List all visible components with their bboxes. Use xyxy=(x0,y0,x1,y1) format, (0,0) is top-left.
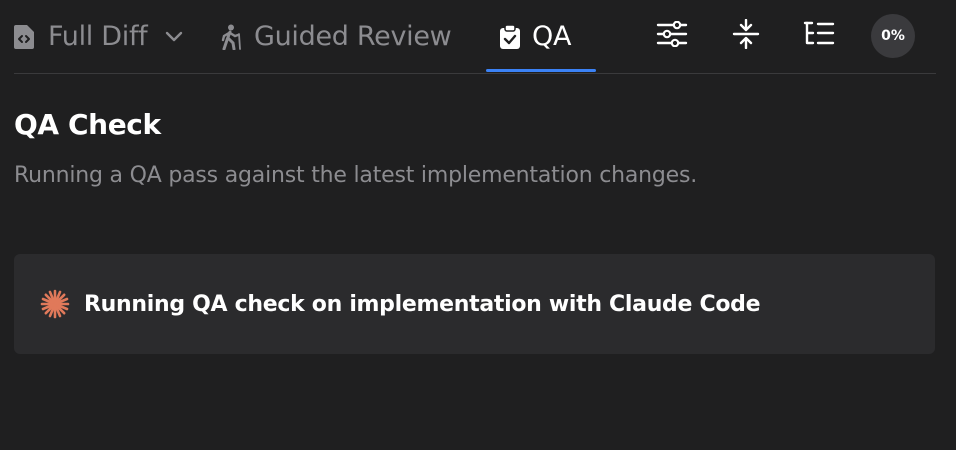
tab-qa-label: QA xyxy=(532,21,572,52)
tab-full-diff-label: Full Diff xyxy=(48,21,148,52)
file-tree-button[interactable] xyxy=(801,18,837,54)
page-title: QA Check xyxy=(14,108,161,141)
clipboard-check-icon xyxy=(500,24,520,49)
tab-qa[interactable]: QA xyxy=(486,0,596,73)
tab-guided-review-label: Guided Review xyxy=(254,21,452,52)
tab-full-diff[interactable]: Full Diff xyxy=(14,0,183,73)
sliders-icon xyxy=(656,20,688,51)
hiking-icon xyxy=(220,24,242,50)
status-text: Running QA check on implementation with … xyxy=(84,291,761,317)
page-subtitle: Running a QA pass against the latest imp… xyxy=(14,163,698,188)
progress-badge: 0% xyxy=(871,14,915,58)
chevron-down-icon[interactable] xyxy=(165,31,183,43)
claude-spark-icon xyxy=(40,289,70,319)
collapse-vertical-icon xyxy=(732,18,760,53)
collapse-all-button[interactable] xyxy=(728,18,764,54)
tab-guided-review[interactable]: Guided Review xyxy=(220,0,452,73)
status-card: Running QA check on implementation with … xyxy=(14,254,935,354)
filters-button[interactable] xyxy=(654,18,690,54)
list-tree-icon xyxy=(803,21,835,51)
app-window: Full Diff Guided Review QA 0% QA Check R… xyxy=(0,0,956,450)
file-code-icon xyxy=(14,24,34,49)
